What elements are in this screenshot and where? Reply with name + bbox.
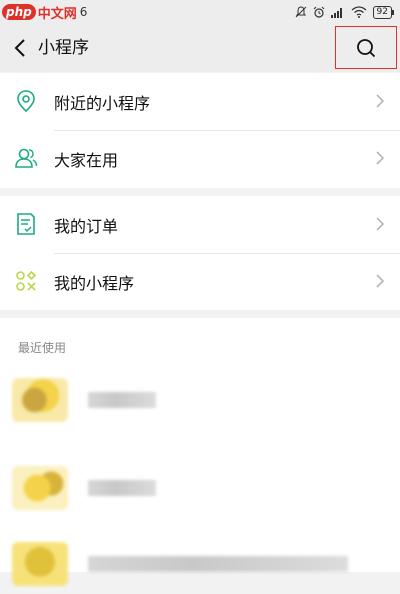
watermark-badge: php <box>2 4 36 20</box>
users-icon <box>14 146 38 170</box>
blurred-app-name <box>88 480 156 496</box>
status-bar: php 中文网 6 92 <box>0 0 400 24</box>
menu-item-label: 我的订单 <box>54 216 119 236</box>
menu-item-label: 大家在用 <box>54 150 119 170</box>
chevron-right-icon <box>376 274 385 288</box>
signal-icon <box>330 7 342 18</box>
section-title: 最近使用 <box>18 341 67 355</box>
wifi-icon <box>351 6 366 18</box>
recent-section: 最近使用 <box>0 318 400 586</box>
menu-item-nearby[interactable]: 附近的小程序 <box>0 73 400 130</box>
recent-item[interactable] <box>0 458 400 518</box>
menu-item-popular[interactable]: 大家在用 <box>0 130 400 187</box>
menu-item-label: 我的小程序 <box>54 273 135 293</box>
recent-item[interactable] <box>0 370 400 430</box>
app-avatar <box>12 542 68 586</box>
mute-icon <box>295 6 306 18</box>
search-button[interactable] <box>335 26 397 69</box>
mini-program-grid-icon <box>14 269 38 293</box>
page-title: 小程序 <box>38 38 89 58</box>
menu-item-orders[interactable]: 我的订单 <box>0 196 400 253</box>
blurred-app-name <box>88 392 156 408</box>
app-avatar <box>12 466 68 510</box>
menu-item-label: 附近的小程序 <box>54 93 151 113</box>
watermark-text: 中文网 <box>37 6 77 22</box>
back-button[interactable] <box>8 36 32 60</box>
menu-item-my-mini-programs[interactable]: 我的小程序 <box>0 253 400 310</box>
app-avatar <box>12 378 68 422</box>
chevron-right-icon <box>376 217 385 231</box>
nav-bar: 小程序 <box>0 24 400 72</box>
location-pin-icon <box>14 89 38 113</box>
order-list-icon <box>14 212 38 236</box>
chevron-right-icon <box>376 94 385 108</box>
alarm-icon <box>313 6 324 18</box>
menu-group-mine: 我的订单 我的小程序 <box>0 196 400 310</box>
status-time-fragment: 6 <box>79 5 88 19</box>
status-icons: 92 <box>295 0 395 24</box>
search-icon <box>357 38 376 57</box>
chevron-right-icon <box>376 151 385 165</box>
recent-item[interactable] <box>0 534 400 594</box>
chevron-left-icon <box>14 39 25 57</box>
battery-level: 92 <box>372 5 395 19</box>
watermark-logo: php 中文网 6 <box>2 1 87 23</box>
blurred-app-name <box>88 556 348 572</box>
menu-group-discover: 附近的小程序 大家在用 <box>0 73 400 188</box>
